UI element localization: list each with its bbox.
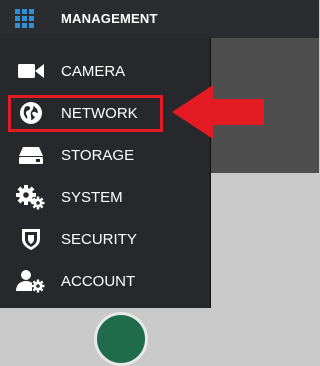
menu-item-label: SYSTEM: [61, 189, 123, 206]
menu-item-label: STORAGE: [61, 147, 135, 164]
menu-item-label: ACCOUNT: [61, 273, 136, 290]
shield-icon: [16, 226, 46, 252]
network-highlight-box: [8, 95, 163, 132]
grid-menu-icon: [15, 9, 34, 28]
menu-item-label: CAMERA: [61, 63, 126, 80]
management-header[interactable]: MANAGEMENT: [0, 0, 319, 38]
pointer-arrow-icon: [172, 85, 264, 139]
management-title: MANAGEMENT: [61, 11, 158, 26]
menu-item-system[interactable]: SYSTEM: [0, 176, 210, 218]
user-gear-icon: [16, 268, 46, 294]
background-light-panel: [210, 173, 319, 323]
gears-icon: [16, 184, 46, 210]
camera-icon: [16, 58, 46, 84]
partial-circle-button[interactable]: [94, 312, 148, 366]
management-menu: CAMERA NETWORK STORAGE SYSTEM SECURITY A…: [0, 38, 211, 308]
storage-drive-icon: [16, 142, 46, 168]
menu-item-account[interactable]: ACCOUNT: [0, 260, 210, 302]
menu-item-label: SECURITY: [61, 231, 137, 248]
menu-item-security[interactable]: SECURITY: [0, 218, 210, 260]
